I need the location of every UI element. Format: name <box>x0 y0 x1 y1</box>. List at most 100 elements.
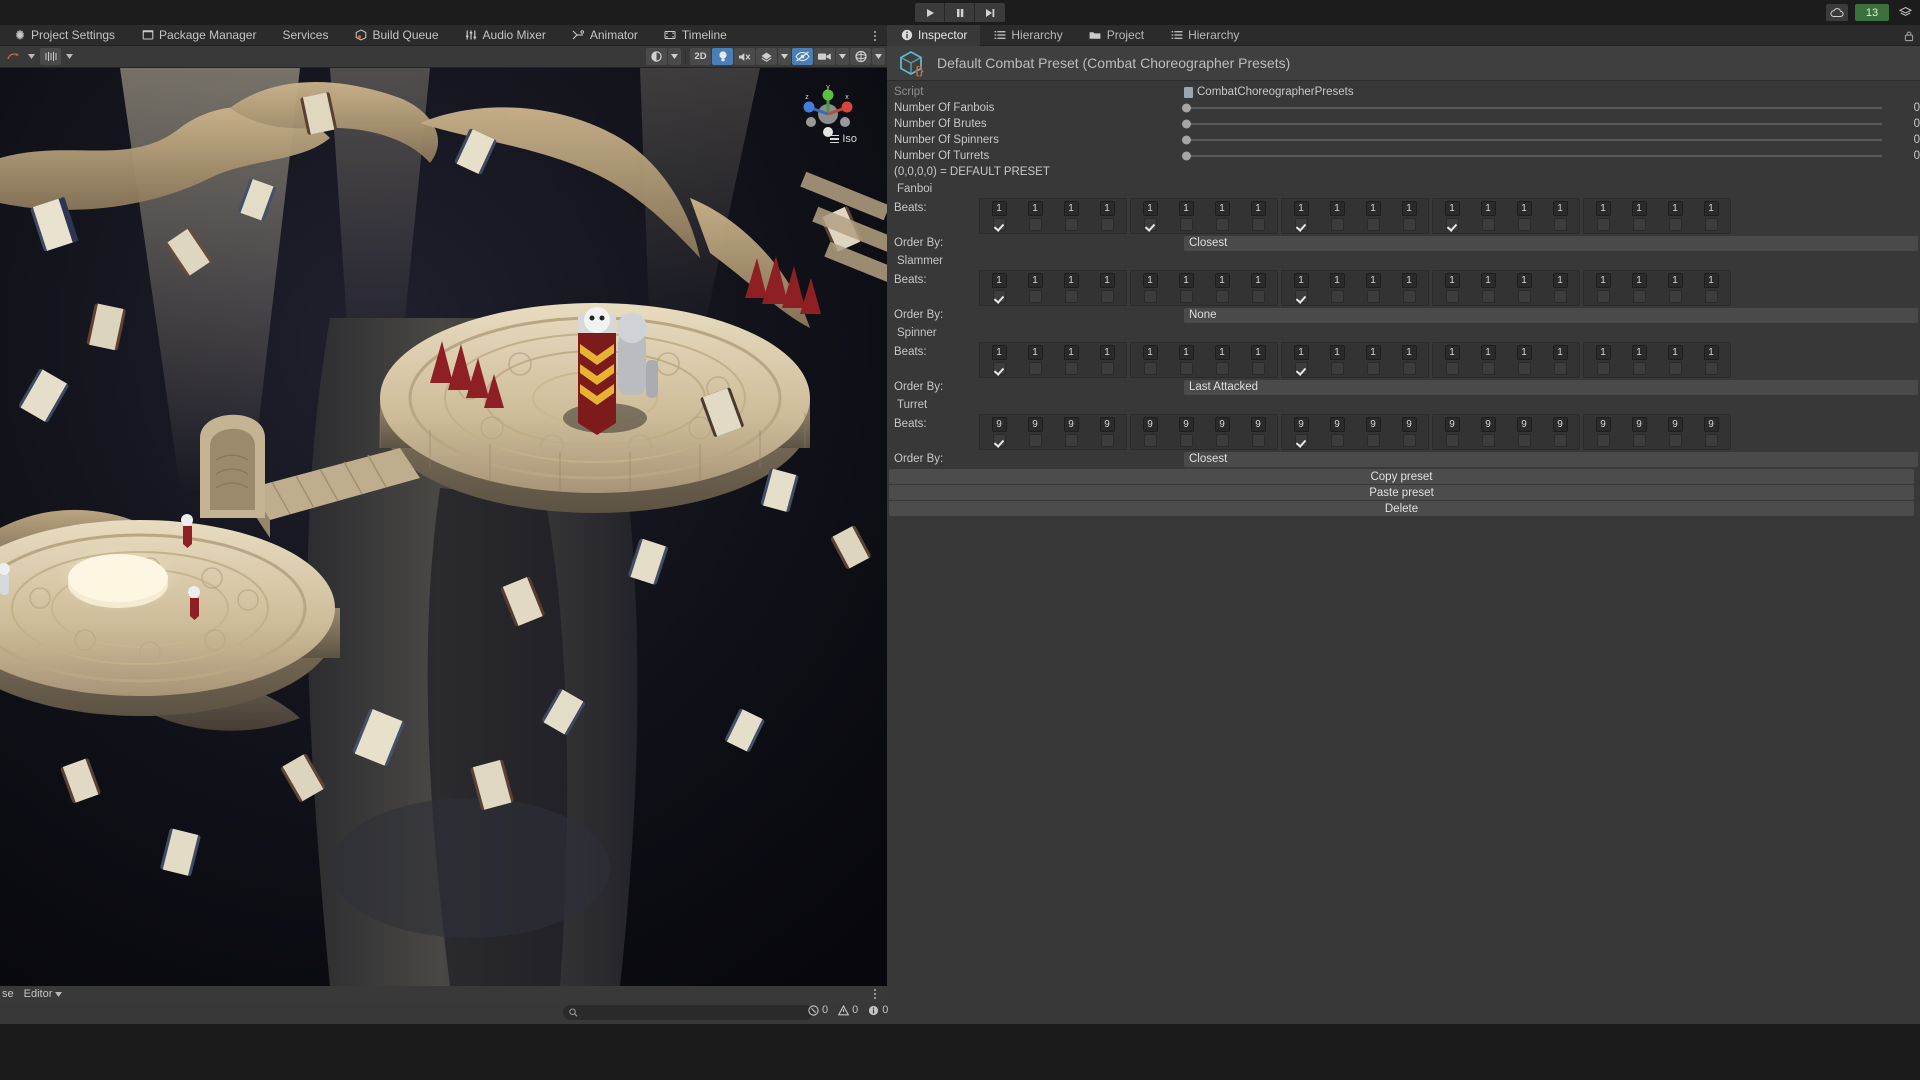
beat-checkbox[interactable] <box>993 434 1006 447</box>
beat-checkbox[interactable] <box>1669 290 1682 303</box>
beat-value-field[interactable]: 1 <box>1100 201 1115 216</box>
beat-checkbox[interactable] <box>1403 218 1416 231</box>
beat-checkbox[interactable] <box>1633 218 1646 231</box>
beat-value-field[interactable]: 9 <box>1517 417 1532 432</box>
beat-checkbox[interactable] <box>1482 218 1495 231</box>
beat-value-field[interactable]: 1 <box>1445 345 1460 360</box>
chevron-down-icon[interactable] <box>836 48 849 65</box>
beat-checkbox[interactable] <box>1705 362 1718 375</box>
editor-folder-dropdown[interactable]: Editor <box>24 988 63 1000</box>
brutes-slider[interactable] <box>1184 123 1886 125</box>
beat-checkbox[interactable] <box>1295 218 1308 231</box>
beat-value-field[interactable]: 1 <box>1445 273 1460 288</box>
beat-checkbox[interactable] <box>1403 290 1416 303</box>
beat-value-field[interactable]: 1 <box>1143 201 1158 216</box>
beat-checkbox[interactable] <box>1554 290 1567 303</box>
beat-checkbox[interactable] <box>1180 218 1193 231</box>
beat-checkbox[interactable] <box>1101 218 1114 231</box>
beat-checkbox[interactable] <box>1144 290 1157 303</box>
beat-value-field[interactable]: 9 <box>1064 417 1079 432</box>
beat-checkbox[interactable] <box>1705 434 1718 447</box>
effects-icon[interactable] <box>756 48 777 65</box>
beat-checkbox[interactable] <box>1597 362 1610 375</box>
beat-value-field[interactable]: 1 <box>1668 345 1683 360</box>
beat-checkbox[interactable] <box>1367 218 1380 231</box>
search-input[interactable] <box>582 1007 807 1018</box>
eye-off-icon[interactable] <box>792 48 813 65</box>
beat-value-field[interactable]: 9 <box>1632 417 1647 432</box>
gizmo-sphere-icon[interactable] <box>850 48 871 65</box>
beat-value-field[interactable]: 9 <box>1402 417 1417 432</box>
beat-value-field[interactable]: 1 <box>1294 273 1309 288</box>
beat-checkbox[interactable] <box>1216 290 1229 303</box>
tab-services[interactable]: Services <box>269 25 341 46</box>
beat-checkbox[interactable] <box>1216 362 1229 375</box>
more-options-icon[interactable] <box>869 987 881 1001</box>
beat-value-field[interactable]: 9 <box>1028 417 1043 432</box>
chevron-down-icon[interactable] <box>63 48 76 65</box>
beat-checkbox[interactable] <box>1029 434 1042 447</box>
beat-value-field[interactable]: 1 <box>1481 273 1496 288</box>
beat-checkbox[interactable] <box>1446 290 1459 303</box>
beat-value-field[interactable]: 9 <box>992 417 1007 432</box>
beat-checkbox[interactable] <box>1482 362 1495 375</box>
beat-checkbox[interactable] <box>1144 362 1157 375</box>
beat-value-field[interactable]: 1 <box>1179 273 1194 288</box>
error-counter[interactable]: 0 <box>808 1004 828 1016</box>
slider-knob[interactable] <box>1182 120 1191 129</box>
beat-value-field[interactable]: 1 <box>1481 345 1496 360</box>
beat-value-field[interactable]: 1 <box>1251 201 1266 216</box>
beat-value-field[interactable]: 9 <box>1481 417 1496 432</box>
beat-checkbox[interactable] <box>1101 290 1114 303</box>
beat-checkbox[interactable] <box>1554 434 1567 447</box>
beat-value-field[interactable]: 1 <box>1402 273 1417 288</box>
beat-checkbox[interactable] <box>1367 362 1380 375</box>
beat-value-field[interactable]: 9 <box>1553 417 1568 432</box>
beat-checkbox[interactable] <box>1065 434 1078 447</box>
tab-hierarchy-2[interactable]: Hierarchy <box>1157 25 1252 46</box>
beat-value-field[interactable]: 1 <box>1517 345 1532 360</box>
beat-value-field[interactable]: 1 <box>1366 201 1381 216</box>
beat-value-field[interactable]: 1 <box>1330 273 1345 288</box>
beat-value-field[interactable]: 1 <box>1553 345 1568 360</box>
beat-value-field[interactable]: 1 <box>1294 201 1309 216</box>
beat-checkbox[interactable] <box>1403 362 1416 375</box>
beat-value-field[interactable]: 1 <box>1215 273 1230 288</box>
beat-value-field[interactable]: 9 <box>1100 417 1115 432</box>
tab-animator[interactable]: Animator <box>559 25 651 46</box>
beat-value-field[interactable]: 1 <box>1668 201 1683 216</box>
spinners-slider[interactable] <box>1184 139 1886 141</box>
play-button[interactable] <box>915 3 945 22</box>
status-badge[interactable]: 13 <box>1855 4 1889 21</box>
beat-checkbox[interactable] <box>1446 362 1459 375</box>
beat-value-field[interactable]: 1 <box>1330 201 1345 216</box>
beat-checkbox[interactable] <box>1446 434 1459 447</box>
beat-checkbox[interactable] <box>1331 218 1344 231</box>
beat-checkbox[interactable] <box>1295 290 1308 303</box>
tab-inspector[interactable]: Inspector <box>887 25 980 46</box>
beat-checkbox[interactable] <box>1597 434 1610 447</box>
beat-checkbox[interactable] <box>1065 218 1078 231</box>
beat-checkbox[interactable] <box>1518 218 1531 231</box>
chevron-down-icon[interactable] <box>872 48 885 65</box>
beat-checkbox[interactable] <box>1518 362 1531 375</box>
beat-value-field[interactable]: 9 <box>1251 417 1266 432</box>
paste-preset-button[interactable]: Paste preset <box>889 485 1914 500</box>
beat-checkbox[interactable] <box>1446 218 1459 231</box>
beat-checkbox[interactable] <box>1367 434 1380 447</box>
beat-value-field[interactable]: 1 <box>1064 201 1079 216</box>
projection-mode-toggle[interactable]: Iso <box>830 133 857 145</box>
beat-checkbox[interactable] <box>1180 362 1193 375</box>
beat-value-field[interactable]: 1 <box>1596 345 1611 360</box>
beat-checkbox[interactable] <box>1029 362 1042 375</box>
layers-icon[interactable] <box>1896 4 1914 21</box>
beat-value-field[interactable]: 1 <box>1553 201 1568 216</box>
beat-checkbox[interactable] <box>1482 434 1495 447</box>
beat-value-field[interactable]: 1 <box>1179 345 1194 360</box>
shading-sphere-icon[interactable] <box>646 48 667 65</box>
beat-value-field[interactable]: 1 <box>1143 273 1158 288</box>
beat-checkbox[interactable] <box>1554 218 1567 231</box>
beat-checkbox[interactable] <box>1669 362 1682 375</box>
beat-value-field[interactable]: 1 <box>1553 273 1568 288</box>
beat-value-field[interactable]: 1 <box>1445 201 1460 216</box>
